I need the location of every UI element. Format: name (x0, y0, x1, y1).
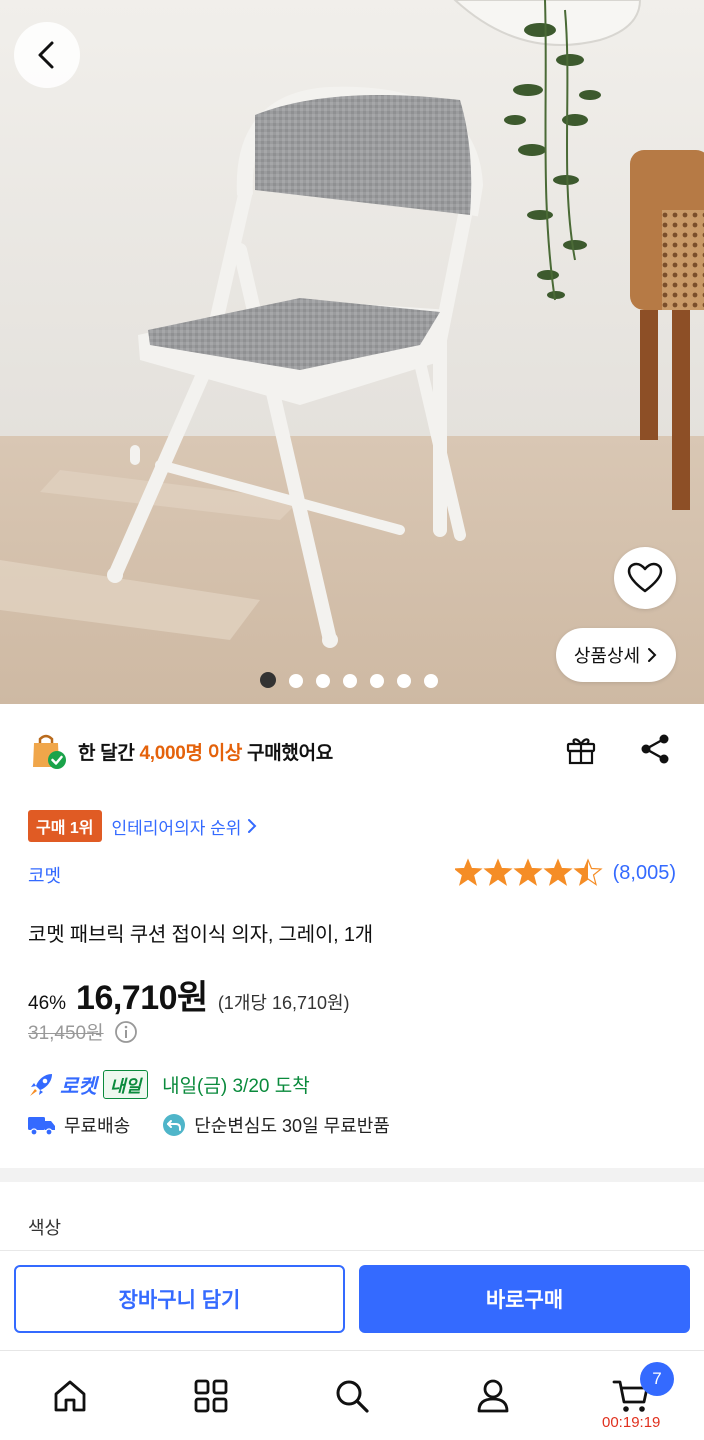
review-count: (8,005) (612, 861, 676, 884)
carousel-dot[interactable] (260, 672, 276, 688)
nav-categories[interactable] (186, 1371, 236, 1421)
product-image (0, 0, 704, 704)
grid-icon (194, 1379, 228, 1413)
share-button[interactable] (638, 732, 672, 771)
carousel-dot[interactable] (343, 673, 357, 688)
carousel-indicator (260, 672, 438, 688)
chevron-left-icon (38, 41, 54, 69)
purchase-count-text: 한 달간 4,000명 이상 구매했어요 (78, 738, 333, 765)
return-icon (163, 1114, 186, 1136)
category-ranking-link[interactable]: 인테리어의자 순위 (112, 814, 258, 839)
discount-rate: 46% (28, 993, 67, 1014)
rocket-label: 로켓 (60, 1076, 97, 1098)
carousel-dot[interactable] (424, 673, 438, 688)
countdown-timer: 00:19:19 (602, 1414, 661, 1431)
product-title: 코멧 패브릭 쿠션 접이식 의자, 그레이, 1개 (28, 924, 373, 946)
nav-search[interactable] (327, 1371, 377, 1421)
category-ranking-label: 인테리어의자 순위 (111, 818, 242, 838)
purchase-action-bar: 장바구니 담기 바로구매 (0, 1250, 704, 1348)
carousel-dot[interactable] (370, 673, 384, 688)
bottom-navigation (0, 1350, 704, 1440)
original-price-row: 31,450원 (28, 1018, 138, 1045)
search-icon (336, 1380, 369, 1413)
buy-now-button[interactable]: 바로구매 (359, 1265, 690, 1333)
rocket-tomorrow-tag: 내일 (102, 1070, 149, 1099)
color-option-label: 색상 (28, 1218, 62, 1238)
product-detail-button[interactable]: 상품상세 (556, 628, 676, 682)
price-row: 46% 16,710원 (1개당 16,710원) (28, 970, 350, 1019)
home-icon (54, 1380, 86, 1412)
gift-button[interactable] (564, 732, 598, 771)
star-rating-icon (454, 858, 603, 886)
user-icon (477, 1379, 509, 1413)
info-icon[interactable] (114, 1020, 138, 1044)
free-shipping-text: 무료배송 (64, 1116, 131, 1136)
gift-icon (566, 738, 596, 765)
add-to-cart-button[interactable]: 장바구니 담기 (14, 1265, 345, 1333)
shipping-benefits-row: 무료배송 단순변심도 30일 무료반품 (28, 1112, 390, 1138)
carousel-dot[interactable] (289, 673, 303, 688)
free-return-text: 단순변심도 30일 무료반품 (194, 1116, 390, 1136)
carousel-dot[interactable] (397, 673, 411, 688)
truck-icon (28, 1117, 55, 1136)
unit-price: (1개당 16,710원) (217, 993, 350, 1013)
rating-summary[interactable]: (8,005) (454, 858, 676, 888)
purchase-count-highlight: 4,000명 이상 (139, 742, 243, 764)
shopping-bag-check-icon (33, 734, 66, 769)
rocket-delivery-row: 로켓 내일 내일(금) 3/20 도착 (28, 1070, 310, 1099)
sale-price: 16,710원 (76, 979, 208, 1017)
arrival-date: 내일(금) 3/20 도착 (162, 1076, 310, 1097)
brand-link[interactable]: 코멧 (28, 862, 61, 888)
chevron-right-icon (648, 648, 657, 662)
section-divider (0, 1168, 704, 1182)
cart-count-badge: 7 (640, 1362, 674, 1396)
purchase-suffix: 구매했어요 (242, 742, 333, 764)
heart-icon (627, 562, 663, 593)
product-image-carousel[interactable]: 상품상세 (0, 0, 704, 704)
ranking-row: 구매 1위 인테리어의자 순위 (28, 810, 257, 842)
nav-home[interactable] (45, 1371, 95, 1421)
share-icon (641, 734, 669, 764)
nav-my-page[interactable] (468, 1371, 518, 1421)
rank-badge: 구매 1위 (28, 810, 102, 842)
purchase-prefix: 한 달간 (78, 742, 140, 764)
wishlist-button[interactable] (614, 547, 676, 609)
back-button[interactable] (14, 22, 80, 88)
rocket-icon (30, 1073, 52, 1096)
chevron-right-icon (248, 819, 257, 833)
carousel-dot[interactable] (316, 673, 330, 688)
product-detail-label: 상품상세 (573, 646, 641, 666)
original-price: 31,450원 (28, 1023, 104, 1044)
